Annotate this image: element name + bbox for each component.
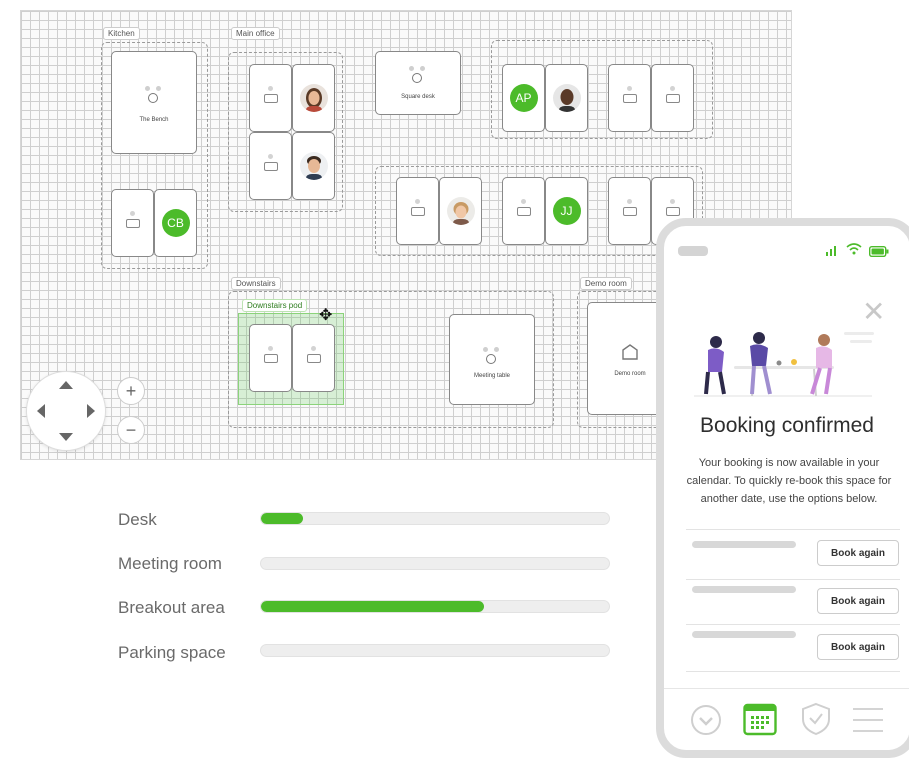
pan-down-icon[interactable]	[59, 433, 73, 441]
divider	[686, 579, 900, 580]
space-type-bar-meeting-room	[260, 557, 610, 570]
table-square-desk[interactable]: Square desk	[375, 51, 461, 115]
desk-seat-icon	[306, 345, 321, 363]
zoom-in-button[interactable]: +	[117, 377, 145, 405]
list-item-placeholder	[692, 541, 796, 548]
phone-mockup: ✕ Booking confirmed Your booking is now …	[656, 218, 909, 758]
desk-seat-icon	[665, 198, 680, 216]
desk-rm-4[interactable]: JJ	[545, 177, 588, 245]
avatar-cb[interactable]: CB	[161, 209, 190, 237]
check-circle-icon[interactable]	[690, 704, 722, 741]
table-icon	[409, 66, 425, 86]
space-type-label-desk: Desk	[118, 510, 157, 529]
avatar-jj[interactable]: JJ	[552, 197, 581, 225]
desk-rm-1[interactable]	[396, 177, 439, 245]
avatar-photo-icon[interactable]	[299, 152, 328, 180]
book-again-button[interactable]: Book again	[817, 634, 899, 660]
desk-seat-icon	[263, 345, 278, 363]
menu-icon[interactable]	[852, 706, 884, 739]
booking-title: Booking confirmed	[700, 414, 874, 437]
zoom-out-button[interactable]: −	[117, 416, 145, 444]
zone-label-downstairs-pod: Downstairs pod	[242, 299, 308, 312]
pan-control[interactable]	[26, 371, 106, 451]
booking-illustration	[694, 322, 884, 407]
desk-main-2[interactable]	[292, 64, 335, 132]
desk-pod-1[interactable]	[249, 324, 292, 392]
table-label: The Bench	[139, 117, 169, 123]
pan-left-icon[interactable]	[37, 404, 45, 418]
desk-rt-2[interactable]	[545, 64, 588, 132]
table-label: Meeting table	[473, 373, 511, 379]
calendar-icon[interactable]	[743, 702, 777, 741]
desk-main-3[interactable]	[249, 132, 292, 200]
shield-check-icon[interactable]	[800, 702, 832, 741]
desk-seat-icon	[665, 85, 680, 103]
space-type-label-meeting-room: Meeting room	[118, 554, 222, 573]
avatar-photo-icon[interactable]	[299, 84, 328, 112]
desk-main-4[interactable]	[292, 132, 335, 200]
booking-description: Your booking is now available in your ca…	[686, 457, 892, 505]
zone-label-main-office: Main office	[231, 27, 280, 40]
space-type-bar-parking-space	[260, 644, 610, 657]
divider	[686, 624, 900, 625]
progress-fill	[261, 513, 303, 524]
pan-up-icon[interactable]	[59, 381, 73, 389]
table-icon	[145, 85, 161, 106]
table-label: Square desk	[401, 94, 435, 100]
zone-label-demo-room: Demo room	[580, 277, 632, 290]
status-pill	[678, 246, 708, 256]
desk-pod-2[interactable]	[292, 324, 335, 392]
book-again-button[interactable]: Book again	[817, 540, 899, 566]
room-icon	[622, 343, 638, 360]
desk-rm-2[interactable]	[439, 177, 482, 245]
desk-seat-icon	[622, 198, 637, 216]
signal-icon	[825, 243, 839, 261]
desk-rm-5[interactable]	[608, 177, 651, 245]
wifi-icon	[846, 242, 862, 260]
avatar-photo-icon[interactable]	[552, 84, 581, 112]
space-type-label-breakout-area: Breakout area	[118, 598, 225, 617]
desk-rt-3[interactable]	[608, 64, 651, 132]
desk-seat-icon	[263, 85, 278, 103]
desk-rm-3[interactable]	[502, 177, 545, 245]
desk-seat-icon	[125, 210, 140, 228]
desk-main-1[interactable]	[249, 64, 292, 132]
zone-label-kitchen: Kitchen	[103, 27, 140, 40]
avatar-ap[interactable]: AP	[509, 84, 538, 112]
battery-icon	[868, 244, 889, 262]
avatar-photo-icon[interactable]	[446, 197, 475, 225]
book-again-button[interactable]: Book again	[817, 588, 899, 614]
desk-kitchen-2[interactable]: CB	[154, 189, 197, 257]
divider	[686, 671, 900, 672]
desk-seat-icon	[516, 198, 531, 216]
list-item-placeholder	[692, 586, 796, 593]
pan-right-icon[interactable]	[87, 404, 95, 418]
space-type-bar-desk	[260, 512, 610, 525]
desk-rt-4[interactable]	[651, 64, 694, 132]
desk-rt-1[interactable]: AP	[502, 64, 545, 132]
table-icon	[483, 346, 499, 367]
zone-label-downstairs: Downstairs	[231, 277, 281, 290]
space-type-bar-breakout-area	[260, 600, 610, 613]
move-cursor-icon: ✥	[319, 307, 333, 324]
divider	[686, 529, 900, 530]
table-meeting-table[interactable]: Meeting table	[449, 314, 535, 405]
desk-kitchen-1[interactable]	[111, 189, 154, 257]
desk-seat-icon	[622, 85, 637, 103]
table-the-bench[interactable]: The Bench	[111, 51, 197, 154]
list-item-placeholder	[692, 631, 796, 638]
desk-seat-icon	[263, 153, 278, 171]
desk-seat-icon	[410, 198, 425, 216]
space-type-label-parking-space: Parking space	[118, 643, 226, 662]
progress-fill	[261, 601, 484, 612]
